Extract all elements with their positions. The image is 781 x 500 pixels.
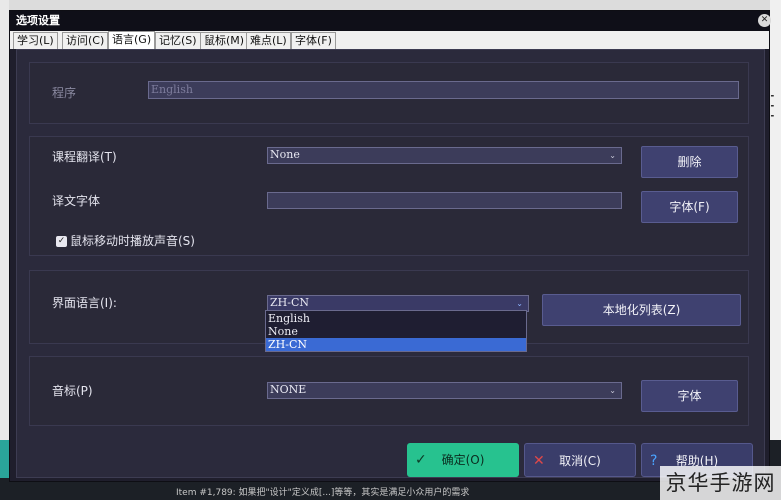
translation-group: 课程翻译(T) None ⌄ 删除 译文字体 字体(F) ✓ 鼠标移动时播放声音… (29, 136, 749, 256)
options-dialog: 选项设置 ✕ 学习(L) 访问(C) 语言(G) 记忆(S) 鼠标(M) 难点(… (9, 10, 771, 482)
course-translation-value: None (270, 148, 300, 161)
dialog-titlebar[interactable]: 选项设置 ✕ (10, 11, 771, 31)
dropdown-option-english[interactable]: English (266, 312, 526, 325)
background-window-edge-right (770, 0, 781, 500)
dropdown-option-zh-cn[interactable]: ZH-CN (266, 338, 526, 351)
tab-language[interactable]: 语言(G) (108, 31, 156, 49)
program-field: English (148, 81, 739, 99)
ok-button[interactable]: ✓ 确定(O) (407, 443, 519, 477)
translation-font-button[interactable]: 字体(F) (641, 191, 738, 223)
dialog-title: 选项设置 (16, 14, 60, 27)
close-icon[interactable]: ✕ (758, 14, 771, 27)
background-window-edge (0, 0, 9, 500)
tab-study[interactable]: 学习(L) (13, 32, 58, 49)
translation-font-label: 译文字体 (52, 194, 101, 208)
ui-language-dropdown-list: English None ZH-CN (265, 310, 527, 352)
watermark: 京华手游网 (660, 466, 781, 500)
program-group: 程序 English (29, 62, 749, 124)
cancel-button-label: 取消(C) (559, 454, 601, 468)
course-translation-label: 课程翻译(T) (52, 150, 117, 164)
tab-bar: 学习(L) 访问(C) 语言(G) 记忆(S) 鼠标(M) 难点(L) 字体(F… (10, 31, 769, 49)
dropdown-option-none[interactable]: None (266, 325, 526, 338)
delete-button[interactable]: 删除 (641, 146, 738, 178)
cancel-button[interactable]: ✕ 取消(C) (524, 443, 636, 477)
background-status-text: Item #1,789: 如果把"设计"定义成[...]等等，其实是满足小众用户… (176, 488, 470, 498)
ok-button-label: 确定(O) (441, 453, 485, 467)
localization-list-button[interactable]: 本地化列表(Z) (542, 294, 741, 326)
phonetic-font-button[interactable]: 字体 (641, 380, 738, 412)
phonetic-value: NONE (270, 383, 307, 396)
phonetic-label: 音标(P) (52, 384, 93, 398)
background-scroll-ticks: ╸ ╸ ╸ (771, 92, 777, 122)
tab-mouse[interactable]: 鼠标(M) (200, 32, 249, 49)
tab-memory[interactable]: 记忆(S) (155, 32, 201, 49)
translation-font-field[interactable] (267, 192, 622, 209)
tab-font[interactable]: 字体(F) (291, 32, 336, 49)
chevron-down-icon: ⌄ (609, 151, 616, 160)
tab-difficulty[interactable]: 难点(L) (246, 32, 291, 49)
phonetic-select[interactable]: NONE ⌄ (267, 382, 622, 399)
chevron-down-icon: ⌄ (609, 386, 616, 395)
phonetic-group: 音标(P) NONE ⌄ 字体 (29, 356, 749, 426)
ui-language-value: ZH-CN (270, 296, 309, 309)
chevron-down-icon: ⌄ (516, 299, 523, 308)
tab-access[interactable]: 访问(C) (62, 32, 109, 49)
language-settings-panel: 程序 English 课程翻译(T) None ⌄ 删除 译文字体 字体(F) … (16, 49, 765, 478)
hover-sound-label[interactable]: 鼠标移动时播放声音(S) (70, 233, 195, 249)
hover-sound-checkbox[interactable]: ✓ (56, 236, 67, 247)
program-label: 程序 (52, 86, 77, 100)
course-translation-select[interactable]: None ⌄ (267, 147, 622, 164)
ui-language-label: 界面语言(I): (52, 296, 117, 310)
